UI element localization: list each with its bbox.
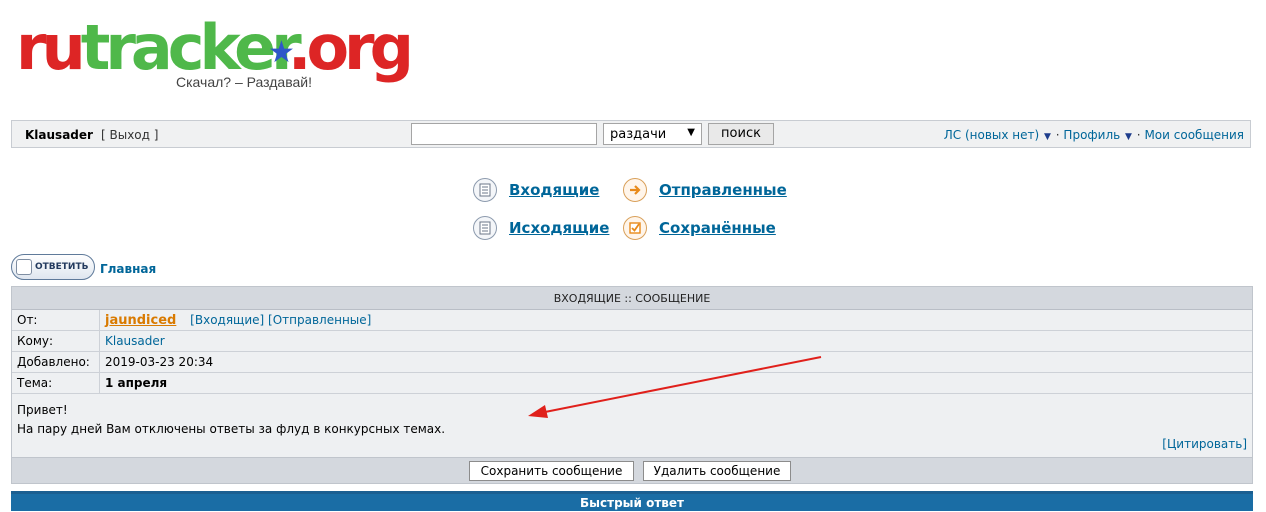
sender-sent-link[interactable]: [Отправленные]	[268, 313, 371, 327]
folder-inbox[interactable]: Входящие	[473, 176, 599, 204]
outbox-icon	[473, 216, 497, 240]
site-logo[interactable]: rutracker.org ★ Скачал? – Раздавай!	[14, 14, 414, 94]
folder-outbox[interactable]: Исходящие	[473, 214, 609, 242]
my-messages-link[interactable]: Мои сообщения	[1144, 128, 1244, 142]
date-label: Добавлено:	[12, 352, 100, 372]
folder-saved-label[interactable]: Сохранённые	[659, 219, 776, 237]
message-header: ВХОДЯЩИЕ :: СООБЩЕНИЕ	[12, 287, 1252, 310]
search-scope-value: раздачи	[610, 127, 667, 142]
logo-wordmark: rutracker.org	[16, 11, 414, 84]
from-value: jaundiced [Входящие] [Отправленные]	[105, 310, 371, 331]
body-line: На пару дней Вам отключены ответы за флу…	[17, 422, 446, 436]
reply-icon	[16, 259, 32, 275]
body-line: Привет!	[17, 403, 68, 417]
row-from: От: jaundiced [Входящие] [Отправленные]	[12, 310, 1252, 331]
logout-link[interactable]: [ Выход ]	[101, 128, 158, 142]
message-actions: Сохранить сообщение Удалить сообщение	[12, 457, 1252, 483]
reply-label: ОТВЕТИТЬ	[35, 262, 89, 272]
profile-link[interactable]: Профиль	[1063, 128, 1120, 142]
delete-message-button[interactable]: Удалить сообщение	[643, 461, 791, 481]
subject-label: Тема:	[12, 373, 100, 393]
quick-reply-header[interactable]: Быстрый ответ	[11, 491, 1253, 511]
folder-outbox-label[interactable]: Исходящие	[509, 219, 609, 237]
separator: ·	[1136, 128, 1141, 142]
folder-sent-label[interactable]: Отправленные	[659, 181, 787, 199]
reply-button[interactable]: ОТВЕТИТЬ	[11, 254, 95, 280]
message-body: Привет! На пару дней Вам отключены ответ…	[17, 401, 445, 439]
star-icon: ★	[268, 35, 295, 70]
checkbox-icon	[623, 216, 647, 240]
top-bar: Klausader [ Выход ] раздачи ▼ поиск ЛС (…	[11, 120, 1251, 148]
username[interactable]: Klausader	[25, 128, 93, 142]
subject-value: 1 апреля	[105, 376, 168, 390]
row-subject: Тема: 1 апреля	[12, 373, 1252, 394]
date-value: 2019-03-23 20:34	[105, 355, 214, 369]
sender-inbox-link[interactable]: [Входящие]	[190, 313, 264, 327]
save-message-button[interactable]: Сохранить сообщение	[469, 461, 634, 481]
search-input[interactable]	[411, 123, 597, 145]
search-button[interactable]: поиск	[708, 123, 774, 145]
separator: ·	[1055, 128, 1060, 142]
folder-inbox-label[interactable]: Входящие	[509, 181, 599, 199]
pm-link[interactable]: ЛС (новых нет)	[944, 128, 1039, 142]
row-to: Кому: Klausader	[12, 331, 1252, 352]
to-label: Кому:	[12, 331, 100, 351]
quote-link[interactable]: [Цитировать]	[1162, 437, 1247, 451]
logo-slogan: Скачал? – Раздавай!	[176, 74, 312, 90]
home-link[interactable]: Главная	[100, 262, 156, 276]
chevron-down-icon: ▼	[687, 127, 695, 138]
row-date: Добавлено: 2019-03-23 20:34	[12, 352, 1252, 373]
dropdown-icon[interactable]: ▼	[1044, 132, 1051, 142]
dropdown-icon[interactable]: ▼	[1125, 132, 1132, 142]
user-links: ЛС (новых нет) ▼ · Профиль ▼ · Мои сообщ…	[944, 128, 1244, 142]
inbox-icon	[473, 178, 497, 202]
recipient-link[interactable]: Klausader	[105, 331, 165, 351]
search-scope-select[interactable]: раздачи ▼	[603, 123, 702, 145]
folder-saved[interactable]: Сохранённые	[623, 214, 776, 242]
sender-link[interactable]: jaundiced	[105, 313, 176, 328]
message-panel: ВХОДЯЩИЕ :: СООБЩЕНИЕ От: jaundiced [Вхо…	[11, 286, 1253, 484]
arrow-right-icon	[623, 178, 647, 202]
from-label: От:	[12, 310, 100, 330]
folder-sent[interactable]: Отправленные	[623, 176, 787, 204]
